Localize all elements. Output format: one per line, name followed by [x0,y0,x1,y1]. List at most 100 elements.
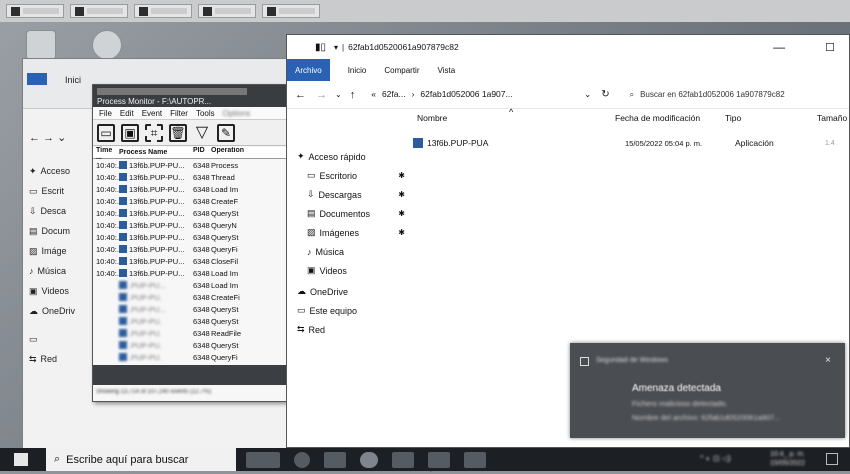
procmon-event-row[interactable]: .PUP-PU. 6348 ReadFile [93,327,287,339]
procmon-event-row[interactable]: 10:40:... 13f6b.PUP-PU... 6348 QuerySt [93,207,287,219]
back-nav-item[interactable]: ♪ Música [29,261,99,281]
back-nav-item[interactable]: ▭ [29,329,99,349]
nav-item[interactable]: ▭ Este equipo [287,301,409,320]
nav-item[interactable]: ⇆ Red [287,320,409,339]
process-monitor-window[interactable]: Process Monitor - F:\AUTOPR... File Edit… [92,84,288,402]
open-folder-icon[interactable]: ▭ [97,123,115,142]
procmon-event-row[interactable]: 10:40:... 13f6b.PUP-PU... 6348 CloseFil [93,255,287,267]
close-icon[interactable]: × [825,355,831,366]
back-nav-item[interactable]: ▤ Docum [29,221,99,241]
recycle-bin-icon[interactable] [26,30,56,60]
col-time[interactable]: Time ... [93,147,119,161]
clear-icon[interactable]: 🗑 [169,123,187,142]
minimize-button[interactable]: — [773,40,785,54]
menu-tools[interactable]: Tools [196,109,215,118]
procmon-event-row[interactable]: 10:40:... 13f6b.PUP-PU... 6348 QueryFi [93,243,287,255]
tab-archivo[interactable]: Archivo [287,59,330,81]
nav-item[interactable]: ♪ Música [287,242,409,261]
procmon-event-row[interactable]: .PUP-PU... 6348 Load Im [93,279,287,291]
back-nav-arrows[interactable]: ← → ⌄ [29,131,66,144]
menu-file[interactable]: File [99,109,112,118]
taskbar-app-1[interactable] [246,451,280,468]
breadcrumb-current[interactable]: 62fab1d052006 1a907... [420,89,512,100]
menu-filter[interactable]: Filter [170,109,188,118]
task-view-icon[interactable] [294,451,310,468]
strip-window-3[interactable] [134,4,192,18]
menu-event[interactable]: Event [142,109,162,118]
address-breadcrumb[interactable]: «62fa... › 62fab1d052006 1a907... ⌄ [371,89,591,100]
menu-options[interactable]: Options [223,109,251,118]
back-nav-item[interactable]: ▣ Videos [29,281,99,301]
col-pid[interactable]: PID [193,147,211,158]
back-nav-item[interactable]: ⇩ Desca [29,201,99,221]
tab-vista[interactable]: Vista [438,66,456,75]
procmon-event-row[interactable]: .PUP-PU. 6348 CreateFi [93,291,287,303]
file-row[interactable]: 13f6b.PUP-PUA 15/05/2022 05:04 p. m. Apl… [413,135,850,151]
procmon-event-row[interactable]: 10:40:... 13f6b.PUP-PU... 6348 Thread [93,171,287,183]
up-arrow-icon[interactable]: ↑ [350,89,356,101]
col-tipo[interactable]: Tipo [725,113,741,123]
col-fecha[interactable]: Fecha de modificación [615,113,700,123]
col-operation[interactable]: Operation [211,147,281,158]
procmon-event-row[interactable]: 10:40:... 13f6b.PUP-PU... 6348 QueryN [93,219,287,231]
procmon-event-row[interactable]: 10:40:... 13f6b.PUP-PU... 6348 CreateF [93,195,287,207]
nav-item[interactable]: ☁ OneDrive [287,282,409,301]
strip-window-1[interactable] [6,4,64,18]
back-file-tab[interactable] [27,73,47,85]
menu-edit[interactable]: Edit [120,109,134,118]
procmon-column-header: Time ... Process Name PID Operation [93,147,287,161]
col-tamano[interactable]: Tamaño [817,113,847,123]
back-nav-item[interactable]: ▨ Imáge [29,241,99,261]
search-box[interactable]: ⌕ Buscar en 62fab1d052006 1a907879c82 [630,90,785,100]
col-process-name[interactable]: Process Name [119,147,193,158]
taskbar-app-2[interactable] [324,451,346,468]
back-nav-item[interactable]: ☁ OneDriv [29,301,99,321]
refresh-icon[interactable]: ↻ [601,89,609,100]
procmon-event-row[interactable]: .PUP-PU... 6348 QuerySt [93,303,287,315]
taskbar-app-6[interactable] [464,451,486,468]
clock[interactable]: 10:4_ p. m. 15/05/2022 [770,450,805,468]
forward-arrow-icon[interactable]: → [316,89,327,101]
maximize-button[interactable]: ☐ [825,41,835,54]
back-arrow-icon[interactable]: ← [295,89,306,101]
back-ribbon-tab[interactable]: Inici [65,75,81,85]
back-nav-item[interactable]: ⇆ Red [29,349,99,369]
nav-item[interactable]: ▣ Videos [287,261,409,280]
nav-item[interactable]: ✦ Acceso rápido [287,147,409,166]
procmon-event-row[interactable]: 10:40:... 13f6b.PUP-PU... 6348 Process [93,159,287,171]
procmon-event-row[interactable]: 10:40:... 13f6b.PUP-PU... 6348 QuerySt [93,231,287,243]
back-nav-item[interactable]: ✦ Acceso [29,161,99,181]
col-nombre[interactable]: Nombre [417,113,447,123]
procmon-event-row[interactable]: 10:40:... 13f6b.PUP-PU... 6348 Load Im [93,183,287,195]
nav-item[interactable]: ▭ Escritorio ✱ [287,166,409,185]
strip-window-2[interactable] [70,4,128,18]
tab-compartir[interactable]: Compartir [384,66,419,75]
nav-item[interactable]: ⇩ Descargas ✱ [287,185,409,204]
recent-dropdown-icon[interactable]: ⌄ [335,90,342,99]
tab-inicio[interactable]: Inicio [348,66,367,75]
procmon-event-row[interactable]: .PUP-PU. 6348 QueryFi [93,351,287,363]
taskbar-search-box[interactable]: ⌕ Escribe aquí para buscar [46,448,236,471]
filter-icon[interactable]: ▽ [193,124,211,142]
strip-window-4[interactable] [198,4,256,18]
system-tray-icons[interactable]: ^ ◐ ⊡ ◁) [700,454,731,463]
breadcrumb-parent[interactable]: 62fa... [382,89,406,100]
notification-toast[interactable]: Seguridad de Windows × Amenaza detectada… [570,343,845,438]
taskbar-app-4[interactable] [392,451,414,468]
save-icon[interactable]: ▣ [121,123,139,142]
procmon-event-row[interactable]: 10:40:... 13f6b.PUP-PU... 6348 Load Im [93,267,287,279]
strip-window-5[interactable] [262,4,320,18]
highlight-icon[interactable]: ✎ [217,123,235,142]
procmon-event-row[interactable]: .PUP-PU. 6348 QuerySt [93,315,287,327]
nav-item[interactable]: ▨ Imágenes ✱ [287,223,409,242]
taskbar-app-3[interactable] [360,451,378,468]
quick-access-dropdown[interactable]: ▾ [334,43,338,52]
procmon-event-row[interactable]: .PUP-PU. 6348 QuerySt [93,339,287,351]
back-nav-item[interactable]: ▭ Escrit [29,181,99,201]
autoscroll-icon[interactable]: ⌗ [145,123,163,142]
taskbar-app-5[interactable] [428,451,450,468]
gear-icon[interactable] [92,30,122,60]
nav-item[interactable]: ▤ Documentos ✱ [287,204,409,223]
windows-start-icon[interactable] [14,453,28,466]
notifications-icon[interactable] [826,453,838,465]
